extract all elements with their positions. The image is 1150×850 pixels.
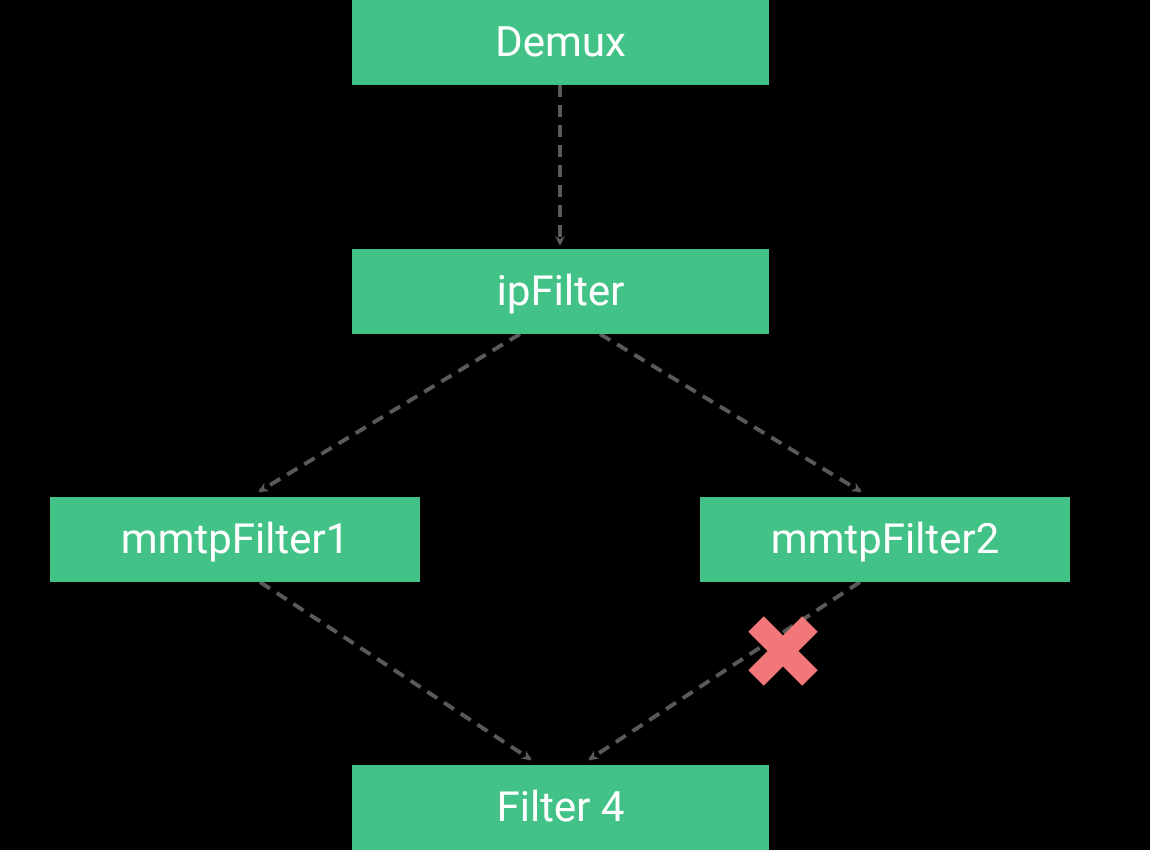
node-ipfilter: ipFilter [352, 249, 769, 334]
node-demux-label: Demux [495, 18, 626, 67]
diagram-connections [0, 0, 1150, 850]
node-demux: Demux [352, 0, 769, 85]
x-icon [742, 610, 824, 692]
node-mmtpfilter2-label: mmtpFilter2 [771, 515, 999, 564]
edge-mmtpfilter1-filter4 [260, 582, 530, 759]
node-filter4: Filter 4 [352, 765, 769, 850]
node-ipfilter-label: ipFilter [497, 267, 625, 316]
node-mmtpfilter1-label: mmtpFilter1 [121, 515, 349, 564]
blocked-icon [742, 610, 824, 705]
node-filter4-label: Filter 4 [497, 783, 625, 832]
node-mmtpfilter2: mmtpFilter2 [700, 497, 1070, 582]
edge-ipfilter-mmtpfilter1 [260, 334, 520, 491]
edge-ipfilter-mmtpfilter2 [600, 334, 860, 491]
node-mmtpfilter1: mmtpFilter1 [50, 497, 420, 582]
